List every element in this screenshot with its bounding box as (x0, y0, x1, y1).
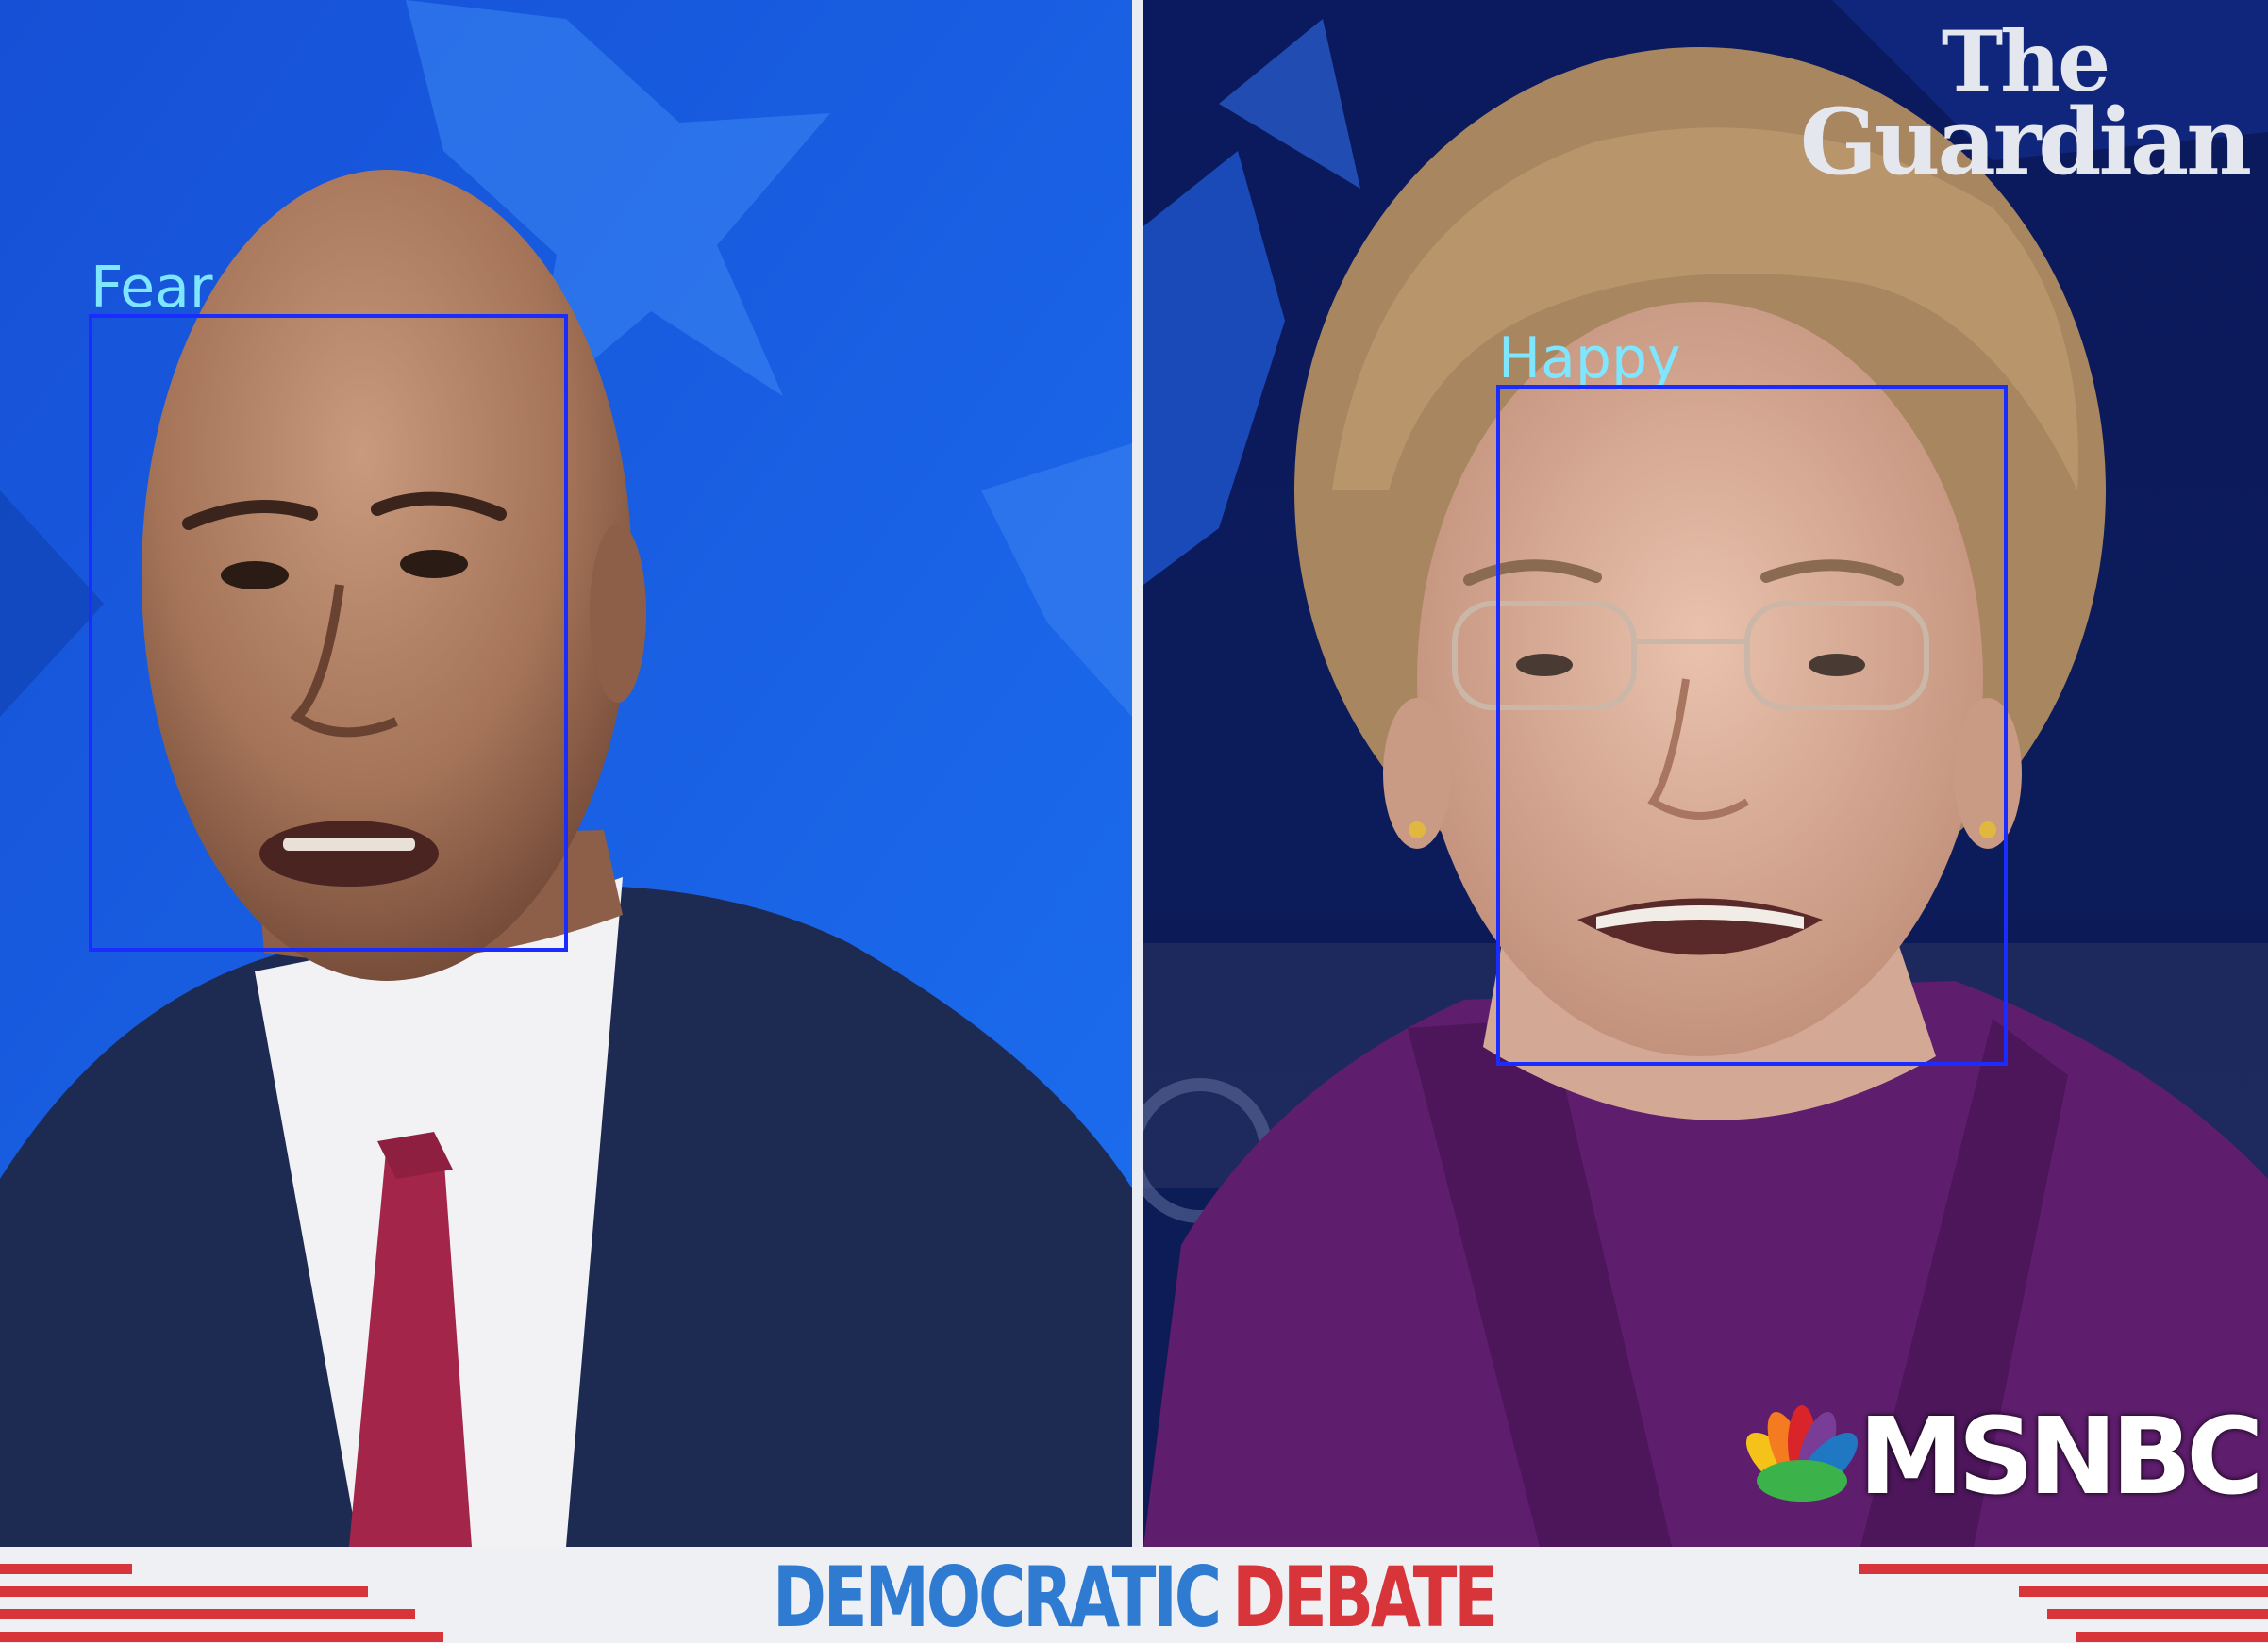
network-name: MSNBC (1859, 1396, 2263, 1519)
chyron-stripe (2076, 1632, 2268, 1642)
guardian-watermark-logo: The Guardian (1799, 20, 2252, 195)
emotion-label-fear: Fear (91, 255, 213, 321)
watermark-line-2: Guardian (1799, 89, 2252, 195)
video-frame: Fear Happy The Guardian MSNBC DEMOCRATIC… (0, 0, 2268, 1643)
split-divider (1132, 0, 1143, 1547)
chyron-stripe (0, 1564, 132, 1574)
chyron-stripe (2047, 1609, 2268, 1619)
lower-third-chyron: DEMOCRATIC DEBATE (0, 1547, 2268, 1643)
face-bounding-box-right (1496, 385, 2008, 1066)
chyron-word-democratic: DEMOCRATIC (772, 1549, 1222, 1643)
msnbc-network-bug: MSNBC (1745, 1396, 2263, 1519)
face-bounding-box-left (89, 314, 568, 952)
peacock-icon (1745, 1405, 1859, 1502)
chyron-stripe (2019, 1586, 2268, 1597)
emotion-label-happy: Happy (1498, 325, 1681, 391)
chyron-title: DEMOCRATIC DEBATE (249, 1552, 2018, 1643)
chyron-word-debate: DEBATE (1232, 1549, 1498, 1643)
